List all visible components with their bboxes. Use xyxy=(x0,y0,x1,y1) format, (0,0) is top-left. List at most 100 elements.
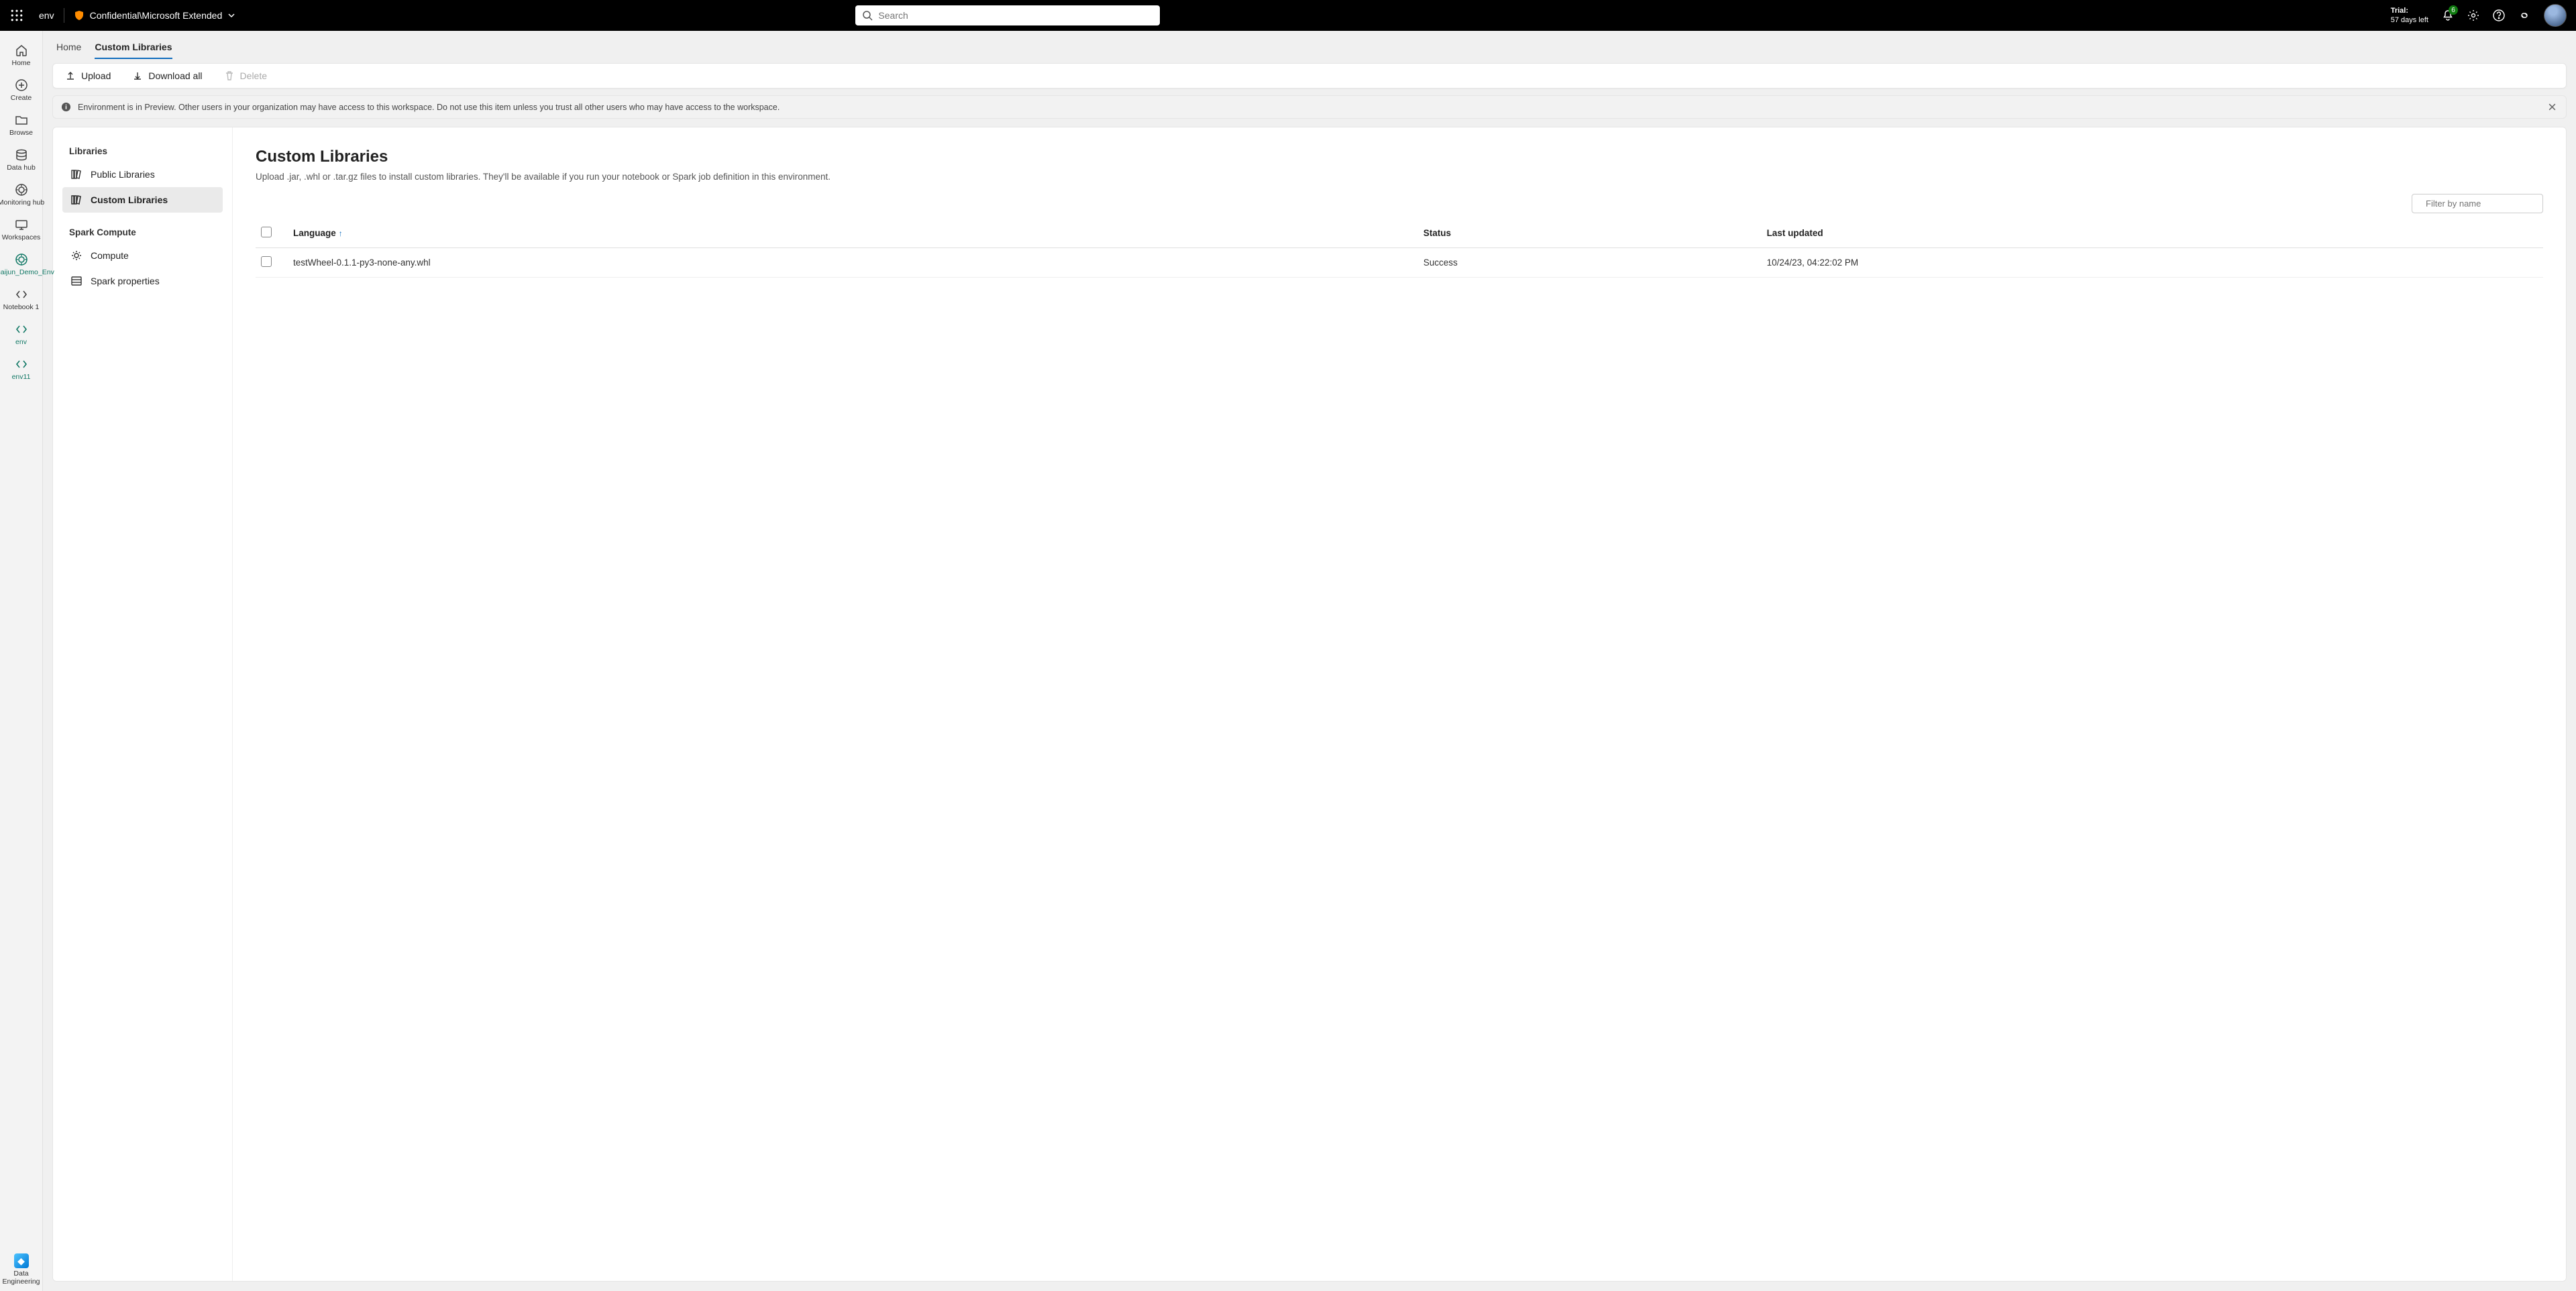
rail-item-env[interactable]: env xyxy=(0,317,54,351)
rail-item-create[interactable]: Create xyxy=(0,72,54,107)
trial-days: 57 days left xyxy=(2391,15,2428,25)
feedback-button[interactable] xyxy=(2518,9,2530,21)
rail-item-label: Monitoring hub xyxy=(0,199,44,207)
sidenav-custom-libraries[interactable]: Custom Libraries xyxy=(62,187,223,213)
download-all-label: Download all xyxy=(148,70,202,81)
library-icon xyxy=(70,194,83,206)
rail-item-home[interactable]: Home xyxy=(0,38,54,72)
rail-item-env11[interactable]: env11 xyxy=(0,351,54,386)
stage: Home Custom Libraries Upload Download al… xyxy=(43,31,2576,1291)
upload-icon xyxy=(65,70,76,81)
rail-item-label: Home xyxy=(11,59,30,67)
sidenav-compute[interactable]: Compute xyxy=(62,243,223,268)
help-button[interactable] xyxy=(2493,9,2505,21)
notice-close-button[interactable] xyxy=(2546,101,2558,113)
download-all-button[interactable]: Download all xyxy=(129,66,205,85)
rail-item-notebook-1[interactable]: Notebook 1 xyxy=(0,282,54,317)
tabstrip: Home Custom Libraries xyxy=(52,36,2567,59)
nav-rail: Home Create Browse Data hub Monitoring hub Wo… xyxy=(0,31,43,1291)
select-all-checkbox[interactable] xyxy=(261,227,272,237)
tab-home[interactable]: Home xyxy=(56,36,81,59)
rail-item-label: Data hub xyxy=(7,164,36,172)
delete-label: Delete xyxy=(240,70,267,81)
app-launcher-button[interactable] xyxy=(4,9,30,21)
sidenav-group-spark: Spark Compute xyxy=(62,222,223,243)
close-icon xyxy=(2548,103,2557,111)
download-icon xyxy=(132,70,143,81)
delete-button: Delete xyxy=(221,66,270,85)
cell-last-updated: 10/24/23, 04:22:02 PM xyxy=(1762,248,2543,278)
target-icon xyxy=(15,182,28,197)
properties-icon xyxy=(70,275,83,287)
waffle-icon xyxy=(11,9,23,21)
toolbar: Upload Download all Delete xyxy=(52,63,2567,89)
search-box[interactable] xyxy=(855,5,1160,25)
trial-label: Trial: xyxy=(2391,6,2428,15)
table-row[interactable]: testWheel-0.1.1-py3-none-any.whlSuccess1… xyxy=(256,248,2543,278)
trash-icon xyxy=(224,70,235,81)
notifications-button[interactable]: 6 xyxy=(2442,9,2454,21)
sensitivity-dropdown[interactable]: Confidential\Microsoft Extended xyxy=(74,10,236,21)
rail-item-label: Data Engineering xyxy=(0,1270,42,1286)
preview-notice: Environment is in Preview. Other users i… xyxy=(52,95,2567,119)
search-icon xyxy=(862,10,873,21)
home-icon xyxy=(15,43,28,58)
side-nav: Libraries Public Libraries Custom Librar… xyxy=(53,127,233,1281)
rail-item-monitoring-hub[interactable]: Monitoring hub xyxy=(0,177,54,212)
sort-ascending-icon: ↑ xyxy=(339,229,343,238)
sidenav-item-label: Public Libraries xyxy=(91,169,155,180)
rail-item-data-engineering[interactable]: ◆ Data Engineering xyxy=(0,1248,42,1291)
rail-item-workspaces[interactable]: Workspaces xyxy=(0,212,54,247)
libraries-table: Language↑ Status Last updated testWheel-… xyxy=(256,219,2543,278)
rail-item-data-hub[interactable]: Data hub xyxy=(0,142,54,177)
rail-item-label: Workspaces xyxy=(2,233,41,241)
shield-icon xyxy=(74,10,85,21)
rail-item-label: env11 xyxy=(12,373,31,381)
sidenav-public-libraries[interactable]: Public Libraries xyxy=(62,162,223,187)
question-icon xyxy=(2493,9,2505,21)
rail-item-label: Create xyxy=(11,94,32,102)
cell-status: Success xyxy=(1418,248,1762,278)
settings-button[interactable] xyxy=(2467,9,2479,21)
trial-status: Trial: 57 days left xyxy=(2391,6,2428,25)
sidenav-spark-properties[interactable]: Spark properties xyxy=(62,268,223,294)
filter-input-wrapper[interactable] xyxy=(2412,194,2543,213)
topbar-right: Trial: 57 days left 6 xyxy=(2391,4,2572,27)
sensitivity-label: Confidential\Microsoft Extended xyxy=(90,10,223,21)
rail-item-label: Browse xyxy=(9,129,33,137)
main-panel: Custom Libraries Upload .jar, .whl or .t… xyxy=(233,127,2566,1281)
cell-name: testWheel-0.1.1-py3-none-any.whl xyxy=(288,248,1418,278)
target-icon xyxy=(15,252,28,267)
sidenav-item-label: Spark properties xyxy=(91,276,160,286)
upload-label: Upload xyxy=(81,70,111,81)
environment-name: env xyxy=(39,10,54,21)
library-icon xyxy=(70,168,83,180)
folder-icon xyxy=(15,113,28,127)
column-header-language[interactable]: Language↑ xyxy=(288,219,1418,248)
sidenav-group-libraries: Libraries xyxy=(62,141,223,162)
rail-item-label: Notebook 1 xyxy=(3,303,40,311)
upload-button[interactable]: Upload xyxy=(62,66,113,85)
code-brackets-icon xyxy=(15,322,28,337)
rail-item-label: Shuaijun_Demo_Env xyxy=(0,268,54,276)
persona-icon: ◆ xyxy=(14,1253,29,1268)
link-icon xyxy=(2518,9,2530,21)
rail-item-browse[interactable]: Browse xyxy=(0,107,54,142)
panel-title: Custom Libraries xyxy=(256,148,2543,166)
gear-icon xyxy=(2467,9,2479,21)
plus-circle-icon xyxy=(15,78,28,93)
monitor-icon xyxy=(15,217,28,232)
column-header-last-updated[interactable]: Last updated xyxy=(1762,219,2543,248)
filter-input[interactable] xyxy=(2426,199,2544,209)
search-input[interactable] xyxy=(878,10,1153,21)
column-header-status[interactable]: Status xyxy=(1418,219,1762,248)
content-card: Libraries Public Libraries Custom Librar… xyxy=(52,127,2567,1282)
rail-item-shuaijun-demo-env[interactable]: Shuaijun_Demo_Env xyxy=(0,247,54,282)
account-avatar[interactable] xyxy=(2544,4,2567,27)
tab-custom-libraries[interactable]: Custom Libraries xyxy=(95,36,172,59)
notice-text: Environment is in Preview. Other users i… xyxy=(78,103,780,112)
row-checkbox[interactable] xyxy=(261,256,272,267)
gear-icon xyxy=(70,249,83,262)
code-brackets-icon xyxy=(15,287,28,302)
sidenav-item-label: Compute xyxy=(91,250,129,261)
